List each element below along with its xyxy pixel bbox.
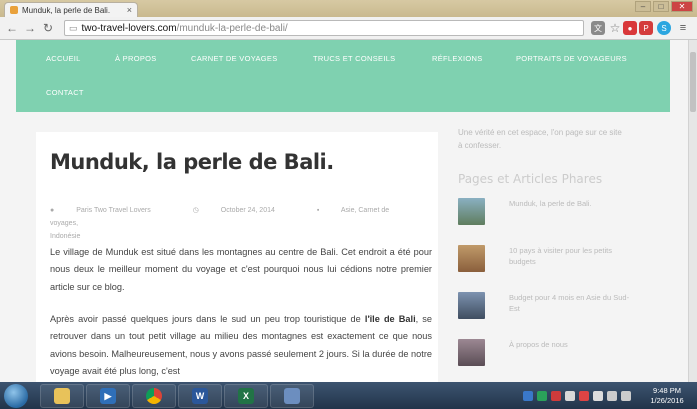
site-nav: ACCUEIL À PROPOS CARNET DE VOYAGES TRUCS…	[16, 40, 670, 112]
extension-red-icon[interactable]: ●	[623, 21, 637, 35]
browser-toolbar: ← → ↻ ▭ two-travel-lovers.com/munduk-la-…	[0, 17, 697, 40]
nav-item-a-propos[interactable]: À PROPOS	[115, 54, 157, 63]
tab-close-icon[interactable]: ×	[127, 5, 132, 15]
window-controls: – □ ✕	[635, 1, 693, 12]
taskbar-chrome[interactable]	[132, 384, 176, 408]
article-card: Munduk, la perle de Bali. ● Paris Two Tr…	[36, 132, 438, 382]
post-label[interactable]: 10 pays à visiter pour les petits budget…	[509, 245, 639, 272]
taskbar-word[interactable]: W	[178, 384, 222, 408]
meta-date: ◷ October 24, 2014	[192, 207, 275, 214]
word-icon: W	[192, 388, 208, 404]
taskbar-media-player[interactable]: ▶	[86, 384, 130, 408]
article-paragraph-2: Après avoir passé quelques jours dans le…	[50, 314, 432, 377]
scrollbar-thumb[interactable]	[690, 52, 696, 112]
window-close-icon[interactable]: ✕	[671, 1, 693, 12]
taskbar-images[interactable]	[270, 384, 314, 408]
meta-category-2[interactable]: Indonésie	[50, 230, 430, 243]
browser-tabstrip: Munduk, la perle de Bali. × – □ ✕	[0, 0, 697, 17]
image-viewer-icon	[284, 388, 300, 404]
menu-icon[interactable]: ≡	[676, 21, 690, 35]
web-page: ACCUEIL À PROPOS CARNET DE VOYAGES TRUCS…	[0, 40, 688, 382]
forward-icon[interactable]: →	[22, 20, 38, 36]
flag-icon[interactable]	[593, 391, 603, 401]
url-path: /munduk-la-perle-de-bali/	[176, 22, 288, 34]
tray-app-icon[interactable]	[551, 391, 561, 401]
minimize-icon[interactable]: –	[635, 1, 651, 12]
nav-item-carnet[interactable]: CARNET DE VOYAGES	[191, 54, 278, 63]
bookmark-star-icon[interactable]: ☆	[608, 21, 622, 35]
meta-author[interactable]: ● Paris Two Travel Lovers	[50, 207, 173, 214]
maximize-icon[interactable]: □	[653, 1, 669, 12]
post-thumbnail[interactable]	[458, 339, 485, 366]
start-button[interactable]	[4, 384, 28, 408]
sidebar-post[interactable]: Budget pour 4 mois en Asie du Sud-Est	[458, 292, 639, 319]
extension-skype-icon[interactable]: S	[657, 21, 671, 35]
sidebar: Une vérité en cet espace, l'on page sur …	[458, 126, 658, 366]
taskbar-explorer[interactable]	[40, 384, 84, 408]
browser-tab[interactable]: Munduk, la perle de Bali. ×	[4, 2, 138, 17]
chrome-icon	[146, 388, 162, 404]
sidebar-section-title: Pages et Articles Phares	[458, 172, 603, 186]
url-domain: two-travel-lovers.com	[81, 22, 177, 34]
post-label[interactable]: Budget pour 4 mois en Asie du Sud-Est	[509, 292, 639, 319]
extension-pdf-icon[interactable]: P	[639, 21, 653, 35]
tray-app-icon[interactable]	[565, 391, 575, 401]
taskbar: ▶ W X 9:48 PM 1/26/2016	[0, 382, 697, 409]
sidebar-post[interactable]: 10 pays à visiter pour les petits budget…	[458, 245, 639, 272]
tray-app-icon[interactable]	[523, 391, 533, 401]
clock-icon: ◷	[192, 207, 199, 214]
volume-icon[interactable]	[621, 391, 631, 401]
article-paragraph-1: Le village de Munduk est situé dans les …	[50, 247, 432, 292]
post-thumbnail[interactable]	[458, 292, 485, 319]
clock-date: 1/26/2016	[650, 396, 684, 405]
screen: Munduk, la perle de Bali. × – □ ✕ ← → ↻ …	[0, 0, 697, 409]
clock-time: 9:48 PM	[653, 386, 681, 395]
article-title: Munduk, la perle de Bali.	[50, 150, 334, 174]
folder-icon: ▪	[316, 207, 320, 214]
nav-item-trucs[interactable]: TRUCS ET CONSEILS	[313, 54, 395, 63]
system-tray: 9:48 PM 1/26/2016	[523, 383, 693, 409]
tab-title: Munduk, la perle de Bali.	[22, 5, 111, 15]
post-thumbnail[interactable]	[458, 198, 485, 225]
sidebar-intro: Une vérité en cet espace, l'on page sur …	[458, 128, 622, 150]
article-meta: ● Paris Two Travel Lovers ◷ October 24, …	[50, 204, 430, 243]
favicon-icon	[10, 6, 18, 14]
excel-icon: X	[238, 388, 254, 404]
bold-link[interactable]: l'île de Bali	[365, 314, 416, 324]
taskbar-clock[interactable]: 9:48 PM 1/26/2016	[641, 386, 693, 406]
user-icon: ●	[50, 207, 55, 214]
tray-app-icon[interactable]	[579, 391, 589, 401]
post-label[interactable]: À propos de nous	[509, 339, 639, 366]
address-bar[interactable]: ▭ two-travel-lovers.com/munduk-la-perle-…	[64, 20, 584, 36]
page-icon: ▭	[69, 22, 78, 33]
taskbar-excel[interactable]: X	[224, 384, 268, 408]
nav-item-contact[interactable]: CONTACT	[46, 88, 84, 97]
nav-item-accueil[interactable]: ACCUEIL	[46, 54, 81, 63]
post-label[interactable]: Munduk, la perle de Bali.	[509, 198, 639, 225]
translate-icon[interactable]: 文	[591, 21, 605, 35]
nav-item-portraits[interactable]: PORTRAITS DE VOYAGEURS	[516, 54, 627, 63]
folder-icon	[54, 388, 70, 404]
sidebar-post[interactable]: À propos de nous	[458, 339, 639, 366]
post-thumbnail[interactable]	[458, 245, 485, 272]
sidebar-post[interactable]: Munduk, la perle de Bali.	[458, 198, 639, 225]
nav-item-reflexions[interactable]: RÉFLEXIONS	[432, 54, 483, 63]
back-icon[interactable]: ←	[4, 20, 20, 36]
play-icon: ▶	[100, 388, 116, 404]
network-icon[interactable]	[607, 391, 617, 401]
reload-icon[interactable]: ↻	[40, 20, 56, 36]
page-scrollbar[interactable]	[688, 40, 697, 382]
tray-app-icon[interactable]	[537, 391, 547, 401]
